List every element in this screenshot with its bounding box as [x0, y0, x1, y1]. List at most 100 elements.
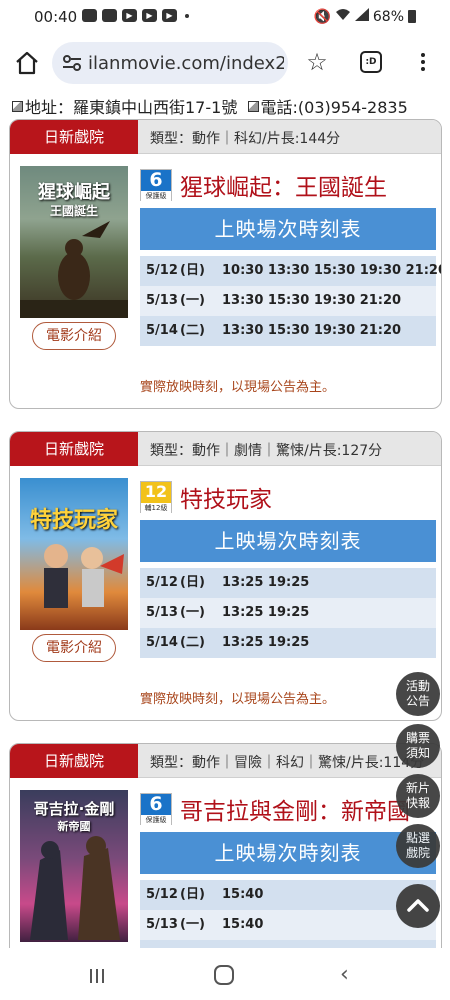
schedule-date: 5/14: [146, 323, 178, 338]
schedule-day: (日): [180, 263, 205, 278]
rating-label: 保護級: [141, 815, 171, 825]
image-icon: [12, 101, 23, 112]
float-label-line2: 快報: [405, 796, 430, 810]
status-time: 00:40: [34, 8, 78, 26]
schedule-row: 5/14 (二) 13:30 15:30 19:30 21:20: [140, 316, 436, 346]
schedule-day: (一): [180, 917, 205, 932]
battery-percent: 68%: [372, 8, 404, 25]
float-label-line1: 活動: [405, 679, 430, 693]
poster-art: [30, 836, 120, 940]
browser-menu-button[interactable]: [416, 50, 430, 76]
rating-badge: 6 保護級: [140, 793, 172, 825]
new-releases-button[interactable]: 新片 快報: [396, 774, 440, 818]
schedule-date: 5/12: [146, 575, 178, 590]
movie-intro-button[interactable]: 電影介紹: [32, 322, 116, 350]
select-theater-button[interactable]: 點選 戲院: [396, 824, 440, 868]
notification-icons: ▶ ▶ ▶: [82, 9, 189, 22]
float-label-line2: 公告: [405, 694, 430, 708]
theater-phone[interactable]: 電話:(03)954-2835: [261, 98, 408, 117]
schedule-times: 13:30 15:30 19:30 21:20: [222, 323, 402, 338]
rating-number: 12: [144, 482, 168, 501]
browser-toolbar: ilanmovie.com/index2. ☆ :D: [0, 34, 450, 92]
more-notifications-icon: [185, 13, 189, 18]
status-bar: 00:40 ▶ ▶ ▶ 🔇 68%: [0, 0, 450, 34]
schedule-day: (一): [180, 293, 205, 308]
movie-title: 特技玩家: [180, 487, 272, 513]
schedule-date: 5/12: [146, 887, 178, 902]
page-content: 地址：羅東鎮中山西街17-1號 電話:(03)954-2835 日新戲院 類型：…: [0, 92, 450, 948]
schedule-times: 13:25 19:25: [222, 605, 310, 620]
schedule-row: 5/12 (日) 10:30 13:30 15:30 19:30 21:20: [140, 256, 441, 286]
nav-home-button[interactable]: [214, 965, 234, 985]
theater-address: 地址：羅東鎮中山西街17-1號: [25, 98, 238, 117]
float-label-line2: 須知: [405, 746, 430, 760]
schedule-row: 5/14 (二) 13:25 19:25: [140, 628, 436, 658]
schedule-day: (日): [180, 887, 205, 902]
schedule-row: 5/13 (一) 13:30 15:30 19:30 21:20: [140, 286, 436, 316]
theater-tab: 日新戲院: [10, 120, 138, 154]
url-text[interactable]: ilanmovie.com/index2.: [88, 53, 284, 74]
schedule-header: 上映場次時刻表: [140, 520, 436, 562]
movie-poster[interactable]: 特技玩家: [20, 478, 128, 630]
movie-card: 日新戲院 類型：動作｜科幻/片長:144分 猩球崛起 王國誕生 電影介紹 6 保…: [9, 119, 442, 409]
mute-icon: 🔇: [313, 8, 331, 25]
schedule-day: (二): [180, 323, 205, 338]
movie-poster[interactable]: 哥吉拉·金剛 新帝國: [20, 790, 128, 942]
activity-announcement-button[interactable]: 活動 公告: [396, 672, 440, 716]
schedule-row: [140, 940, 436, 948]
schedule-header: 上映場次時刻表: [140, 208, 436, 250]
movie-title: 猩球崛起：王國誕生: [180, 175, 387, 201]
theater-tab: 日新戲院: [10, 744, 138, 778]
schedule-date: 5/13: [146, 917, 178, 932]
image-icon: [247, 101, 259, 112]
system-nav-bar: ‹: [0, 948, 450, 1000]
youtube-icon: ▶: [142, 9, 157, 22]
tab-switcher-button[interactable]: :D: [360, 51, 382, 73]
scroll-to-top-button[interactable]: [396, 884, 440, 928]
rating-number: 6: [149, 793, 163, 815]
schedule-notice: 實際放映時刻，以現場公告為主。: [140, 380, 336, 395]
schedule-times: 10:30 13:30 15:30 19:30 21:20: [222, 263, 442, 278]
schedule-times: 15:40: [222, 917, 264, 932]
rating-label: 保護級: [141, 191, 171, 201]
schedule-header: 上映場次時刻表: [140, 832, 436, 874]
status-right: 🔇 68%: [313, 8, 416, 25]
home-button[interactable]: [14, 50, 40, 76]
site-settings-icon[interactable]: [62, 54, 82, 72]
card-header: 日新戲院 類型：動作｜科幻/片長:144分: [10, 120, 441, 154]
line-icon: [82, 9, 97, 22]
wifi-icon: [335, 8, 351, 25]
poster-art: [44, 544, 124, 608]
schedule-notice: 實際放映時刻，以現場公告為主。: [140, 692, 336, 707]
back-button[interactable]: ‹: [340, 962, 349, 987]
ticket-info-button[interactable]: 購票 須知: [396, 724, 440, 768]
schedule-day: (二): [180, 635, 205, 650]
recent-apps-button[interactable]: [90, 968, 108, 983]
schedule-times: 13:25 19:25: [222, 575, 310, 590]
poster-art: [20, 221, 128, 318]
float-label-line1: 新片: [405, 781, 430, 795]
schedule-date: 5/13: [146, 293, 178, 308]
movie-meta: 類型：動作｜科幻/片長:144分: [150, 131, 341, 147]
schedule-day: (日): [180, 575, 205, 590]
theater-contact: 地址：羅東鎮中山西街17-1號 電話:(03)954-2835: [12, 94, 408, 118]
bookmark-star-icon[interactable]: ☆: [304, 50, 330, 76]
chevron-up-icon: [407, 899, 429, 912]
movie-card: 日新戲院 類型：動作｜劇情｜驚悚/片長:127分 特技玩家 電影介紹 12 輔1…: [9, 431, 442, 721]
address-bar[interactable]: ilanmovie.com/index2.: [52, 42, 288, 84]
movie-card: 日新戲院 類型：動作｜冒險｜科幻｜驚悚/片長:114分 哥吉拉·金剛 新帝國 6…: [9, 743, 442, 948]
movie-meta: 類型：動作｜冒險｜科幻｜驚悚/片長:114分: [150, 755, 425, 771]
schedule-times: 13:30 15:30 19:30 21:20: [222, 293, 402, 308]
schedule-row: 5/13 (一) 15:40: [140, 910, 436, 940]
card-header: 日新戲院 類型：動作｜冒險｜科幻｜驚悚/片長:114分: [10, 744, 441, 778]
shopping-bag-icon: [102, 9, 117, 22]
signal-icon: [354, 8, 369, 25]
schedule-row: 5/13 (一) 13:25 19:25: [140, 598, 436, 628]
float-label-line1: 購票: [405, 731, 430, 745]
movie-meta: 類型：動作｜劇情｜驚悚/片長:127分: [150, 443, 383, 459]
schedule-row: 5/12 (日) 15:40: [140, 880, 436, 910]
movie-poster[interactable]: 猩球崛起 王國誕生: [20, 166, 128, 318]
movie-intro-button[interactable]: 電影介紹: [32, 634, 116, 662]
schedule-date: 5/14: [146, 635, 178, 650]
youtube-icon: ▶: [122, 9, 137, 22]
